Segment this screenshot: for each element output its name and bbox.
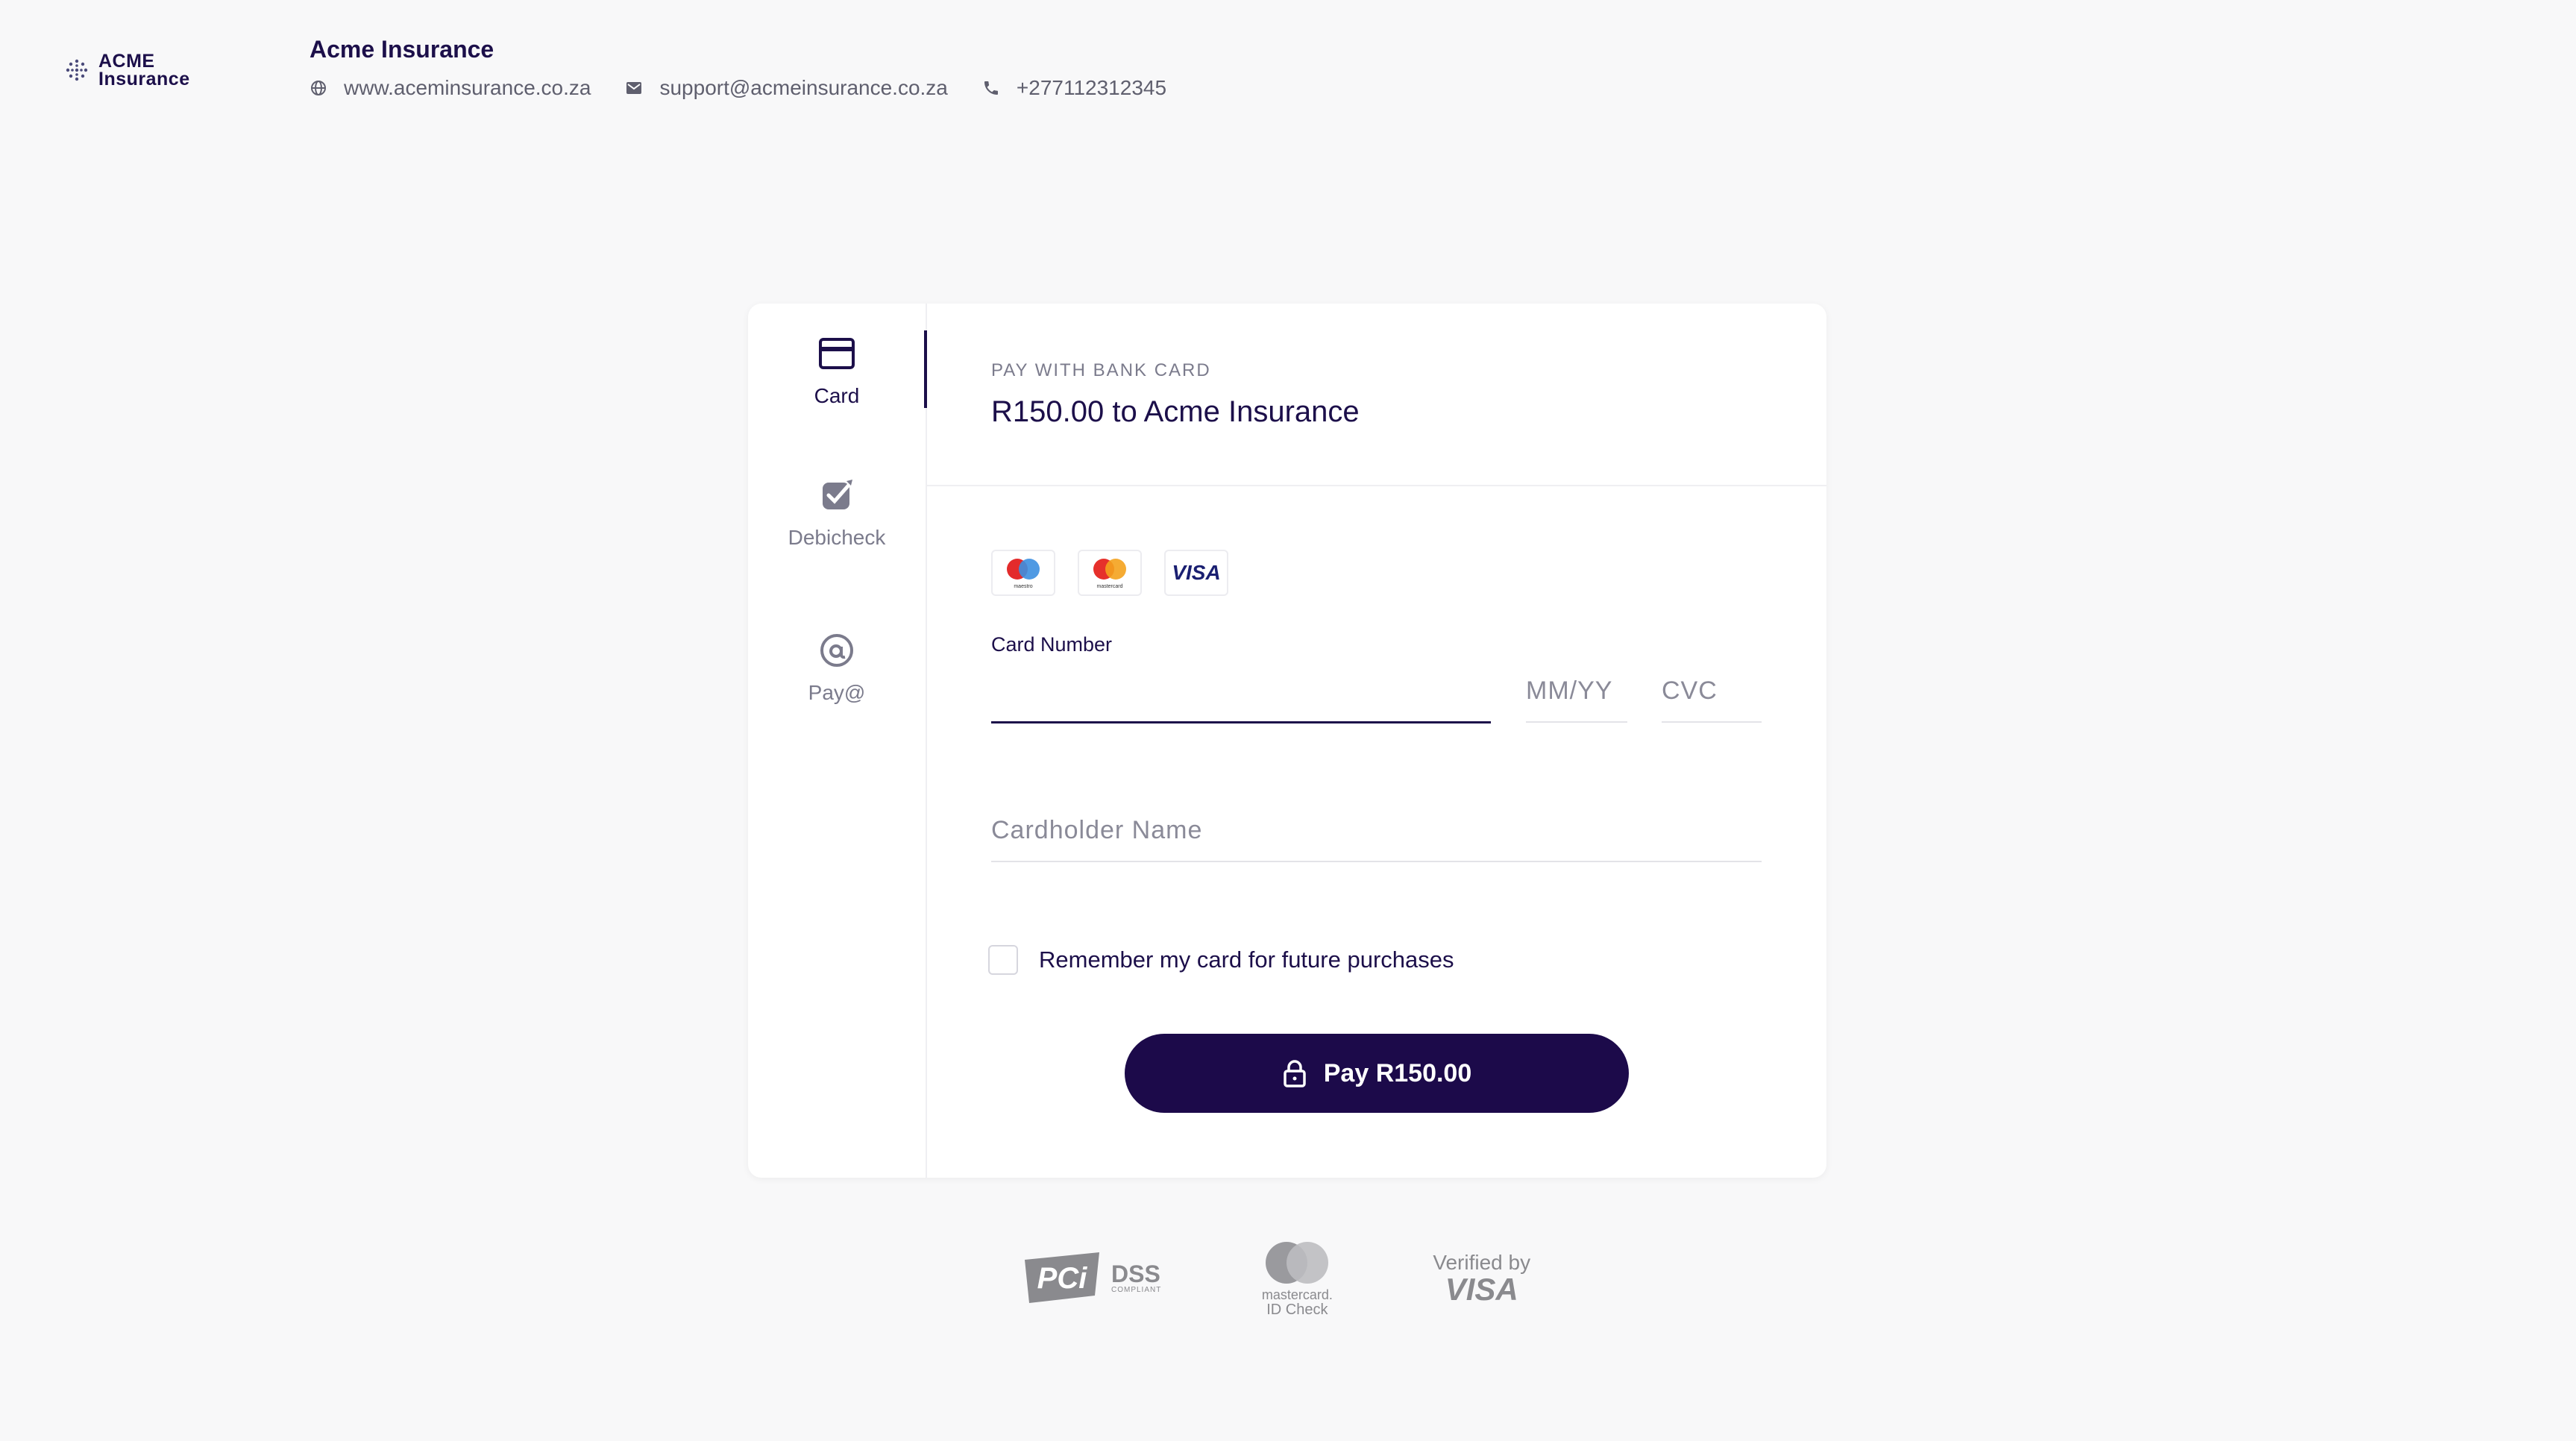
payment-amount: R150.00 to Acme Insurance	[991, 395, 1360, 428]
card-payment-content: PAY WITH BANK CARD R150.00 to Acme Insur…	[927, 304, 1826, 1178]
mastercard-icon: mastercard	[1093, 559, 1126, 589]
logo-line-1: ACME	[98, 51, 155, 72]
tab-card[interactable]: Card	[748, 335, 926, 408]
contact-phone[interactable]: +277112312345	[982, 76, 1166, 100]
phone-icon	[984, 81, 998, 95]
pci-dss-badge: PCi DSS COMPLIANT	[1022, 1249, 1161, 1306]
cardholder-name-input[interactable]	[991, 813, 1762, 862]
acme-logo: ACME Insurance	[64, 51, 190, 90]
mc-line-1: mastercard.	[1261, 1287, 1333, 1302]
pay-button[interactable]: Pay R150.00	[1125, 1034, 1629, 1113]
mc-line-2: ID Check	[1266, 1302, 1328, 1318]
checkmark-icon	[823, 480, 853, 509]
logo-line-2: Insurance	[98, 69, 190, 90]
expiry-input[interactable]	[1526, 674, 1627, 723]
payment-summary: PAY WITH BANK CARD R150.00 to Acme Insur…	[927, 304, 1826, 486]
phone-link[interactable]: +277112312345	[1017, 76, 1166, 100]
visa-badge-label: VISA	[1445, 1272, 1518, 1307]
logo-text: ACME Insurance	[98, 51, 190, 90]
maestro-logo: maestro	[991, 550, 1055, 596]
maestro-icon: maestro	[1007, 559, 1040, 589]
tab-debicheck[interactable]: Debicheck	[748, 477, 926, 550]
contact-email[interactable]: support@acmeinsurance.co.za	[625, 76, 948, 100]
visa-logo: VISA	[1164, 550, 1228, 596]
payment-method-label: PAY WITH BANK CARD	[991, 360, 1211, 380]
website-link[interactable]: www.aceminsurance.co.za	[344, 76, 591, 100]
dss-label: DSS	[1111, 1260, 1160, 1287]
pci-text: PCi	[1037, 1262, 1088, 1295]
payment-panel: Card Debicheck Pay@ PAY WITH BANK CARD R…	[748, 304, 1826, 1178]
compliant-label: COMPLIANT	[1111, 1285, 1162, 1294]
contact-bar: www.aceminsurance.co.za support@acmeinsu…	[310, 76, 1166, 100]
verified-by-visa-badge: Verified by VISA	[1433, 1251, 1530, 1305]
mastercard-id-check-badge: mastercard. ID Check	[1258, 1238, 1336, 1317]
tab-card-label: Card	[814, 384, 860, 407]
remember-card-label: Remember my card for future purchases	[1039, 946, 1454, 973]
mastercard-circles-icon	[1266, 1242, 1329, 1284]
cvc-input[interactable]	[1662, 674, 1762, 723]
payment-method-sidebar: Card Debicheck Pay@	[748, 304, 927, 1178]
tab-debicheck-label: Debicheck	[788, 526, 886, 549]
tab-pay-at-label: Pay@	[808, 681, 866, 704]
mastercard-logo: mastercard	[1078, 550, 1142, 596]
pay-button-label: Pay R150.00	[1323, 1058, 1472, 1087]
remember-card-checkbox[interactable]	[988, 945, 1018, 975]
at-icon	[820, 634, 853, 667]
card-number-label: Card Number	[991, 633, 1113, 656]
pci-shield-icon: PCi	[1025, 1252, 1099, 1303]
mastercard-text: mastercard	[1096, 584, 1122, 589]
tab-pay-at[interactable]: Pay@	[748, 632, 926, 705]
globe-icon	[311, 81, 326, 95]
logo-mark-icon	[66, 59, 88, 81]
credit-card-icon	[819, 338, 855, 369]
pci-dss-text: DSS COMPLIANT	[1111, 1262, 1161, 1294]
trust-badges: PCi DSS COMPLIANT mastercard. ID Check V…	[1022, 1238, 1530, 1317]
mail-icon	[626, 82, 642, 94]
contact-website[interactable]: www.aceminsurance.co.za	[310, 76, 591, 100]
lock-icon	[1284, 1060, 1306, 1087]
visa-icon: VISA	[1172, 561, 1220, 584]
accepted-card-brands: maestro mastercard VISA	[991, 550, 1228, 596]
merchant-name: Acme Insurance	[310, 36, 494, 63]
maestro-text: maestro	[1014, 584, 1032, 589]
card-number-input[interactable]	[991, 674, 1491, 723]
visa-text: VISA	[1172, 561, 1220, 584]
email-link[interactable]: support@acmeinsurance.co.za	[659, 76, 947, 100]
remember-card-option[interactable]: Remember my card for future purchases	[988, 945, 1454, 975]
